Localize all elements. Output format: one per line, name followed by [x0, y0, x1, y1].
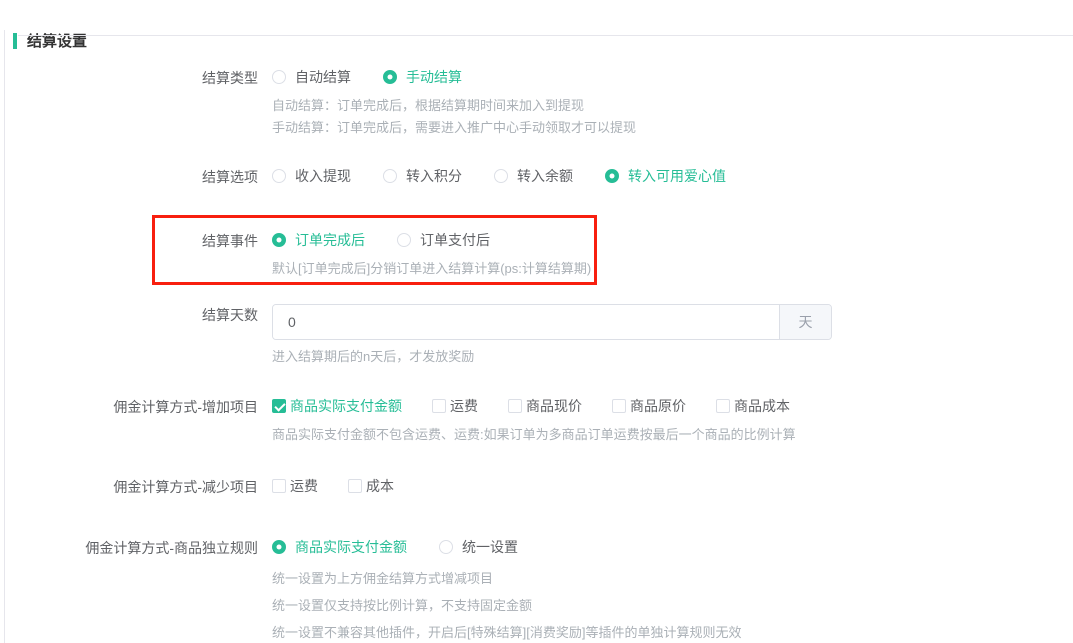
section-title: 结算设置 [27, 30, 87, 51]
commission-sub-label: 佣金计算方式-减少项目 [0, 476, 258, 497]
form-row-settle-days: 结算天数 天 进入结算期后的n天后，才发放奖励 [0, 304, 1073, 368]
checkbox-shipping-fee[interactable]: 运费 [432, 396, 478, 416]
form-row-settle-option: 结算选项 收入提现 转入积分 转入余额 [0, 166, 1073, 187]
radio-income-withdraw[interactable]: 收入提现 [272, 166, 351, 186]
section-accent-bar [13, 33, 17, 49]
radio-checked-icon [272, 233, 286, 247]
radio-checked-icon [605, 169, 619, 183]
checkbox-actual-paid-amount[interactable]: 商品实际支付金额 [272, 396, 402, 416]
form-row-settle-event: 结算事件 订单完成后 订单支付后 默认[订单完成后]分销订单进入结算计算(ps:… [0, 230, 1073, 280]
radio-to-balance[interactable]: 转入余额 [494, 166, 573, 186]
radio-auto-settle[interactable]: 自动结算 [272, 67, 351, 87]
radio-icon [397, 233, 411, 247]
radio-icon [494, 169, 508, 183]
commission-add-help: 商品实际支付金额不包含运费、运费:如果订单为多商品订单运费按最后一个商品的比例计… [272, 424, 1073, 446]
radio-order-paid[interactable]: 订单支付后 [397, 230, 490, 250]
settlement-settings-page: 结算设置 结算类型 自动结算 手动结算 自动结算：订单完成后，根据结算期时间 [0, 30, 1073, 643]
settle-days-input-group: 天 [272, 304, 832, 340]
commission-add-label: 佣金计算方式-增加项目 [0, 396, 258, 417]
settle-type-help-1: 自动结算：订单完成后，根据结算期时间来加入到提现 [272, 95, 1073, 117]
checkbox-icon [432, 399, 446, 413]
commission-rule-label: 佣金计算方式-商品独立规则 [0, 537, 258, 558]
radio-to-love-value[interactable]: 转入可用爱心值 [605, 166, 726, 186]
settle-days-help: 进入结算期后的n天后，才发放奖励 [272, 346, 1073, 368]
radio-order-completed[interactable]: 订单完成后 [272, 230, 365, 250]
checkbox-product-cost[interactable]: 商品成本 [716, 396, 790, 416]
checkbox-icon [348, 479, 362, 493]
checkbox-checked-icon [272, 399, 286, 413]
form-row-commission-sub: 佣金计算方式-减少项目 运费 成本 [0, 476, 1073, 497]
settle-event-help: 默认[订单完成后]分销订单进入结算计算(ps:计算结算期) [272, 258, 1073, 280]
form-row-commission-rule: 佣金计算方式-商品独立规则 商品实际支付金额 统一设置 统一设置为上方佣金结算方… [0, 537, 1073, 643]
settle-days-input[interactable] [273, 305, 779, 339]
commission-rule-help-2: 统一设置仅支持按比例计算，不支持固定金额 [272, 592, 1073, 619]
settle-type-help-2: 手动结算：订单完成后，需要进入推广中心手动领取才可以提现 [272, 117, 1073, 139]
radio-icon [439, 540, 453, 554]
radio-to-points[interactable]: 转入积分 [383, 166, 462, 186]
settings-form: 结算类型 自动结算 手动结算 自动结算：订单完成后，根据结算期时间来加入到提现 … [0, 67, 1073, 643]
settle-days-label: 结算天数 [0, 304, 258, 325]
checkbox-sub-cost[interactable]: 成本 [348, 476, 394, 496]
checkbox-icon [272, 479, 286, 493]
radio-icon [272, 70, 286, 84]
radio-icon [272, 169, 286, 183]
settle-event-label: 结算事件 [0, 230, 258, 251]
radio-rule-actual-paid[interactable]: 商品实际支付金额 [272, 537, 407, 557]
checkbox-icon [508, 399, 522, 413]
checkbox-sub-shipping-fee[interactable]: 运费 [272, 476, 318, 496]
top-divider [18, 35, 1073, 36]
radio-rule-unified[interactable]: 统一设置 [439, 537, 518, 557]
section-header: 结算设置 [13, 30, 1073, 51]
left-divider [4, 30, 5, 643]
radio-icon [383, 169, 397, 183]
radio-checked-icon [383, 70, 397, 84]
settle-days-unit: 天 [779, 305, 831, 339]
form-row-settle-type: 结算类型 自动结算 手动结算 自动结算：订单完成后，根据结算期时间来加入到提现 … [0, 67, 1073, 139]
radio-checked-icon [272, 540, 286, 554]
form-row-commission-add: 佣金计算方式-增加项目 商品实际支付金额 运费 商品现价 [0, 396, 1073, 446]
settle-option-label: 结算选项 [0, 166, 258, 187]
radio-manual-settle[interactable]: 手动结算 [383, 67, 462, 87]
checkbox-original-price[interactable]: 商品原价 [612, 396, 686, 416]
settle-type-label: 结算类型 [0, 67, 258, 88]
commission-rule-help-3: 统一设置不兼容其他插件，开启后[特殊结算][消费奖励]等插件的单独计算规则无效 [272, 619, 1073, 643]
checkbox-icon [716, 399, 730, 413]
checkbox-current-price[interactable]: 商品现价 [508, 396, 582, 416]
commission-rule-help-1: 统一设置为上方佣金结算方式增减项目 [272, 565, 1073, 592]
checkbox-icon [612, 399, 626, 413]
